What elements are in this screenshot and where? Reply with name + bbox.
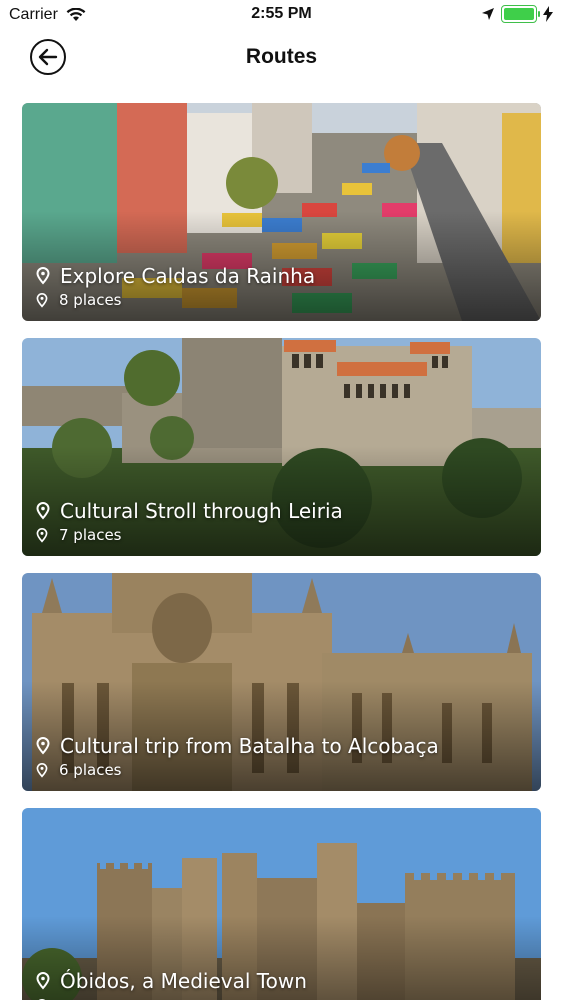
status-right (481, 5, 553, 23)
route-list: Explore Caldas da Rainha 8 places Cultur… (22, 103, 541, 1000)
route-places-count: 6 places (59, 761, 122, 779)
route-title-row: Cultural Stroll through Leiria (36, 499, 343, 523)
charging-bolt-icon (543, 6, 553, 22)
map-pin-icon (36, 502, 50, 520)
route-title-row: Cultural trip from Batalha to Alcobaça (36, 734, 439, 758)
page-title: Routes (245, 45, 318, 68)
route-places-count: 8 places (59, 291, 122, 309)
status-bar: Carrier 2:55 PM (0, 0, 563, 30)
route-card-batalha-alcobaca[interactable]: Cultural trip from Batalha to Alcobaça 6… (22, 573, 541, 791)
route-title: Óbidos, a Medieval Town (60, 969, 307, 993)
route-title: Explore Caldas da Rainha (60, 264, 316, 288)
route-card-caldas-da-rainha[interactable]: Explore Caldas da Rainha 8 places (22, 103, 541, 321)
route-places-count: 7 places (59, 526, 122, 544)
battery-fill (504, 8, 534, 20)
battery-icon (501, 5, 540, 23)
route-title: Cultural Stroll through Leiria (60, 499, 343, 523)
route-count-row: 7 places (36, 526, 121, 544)
map-pin-icon (36, 292, 48, 308)
map-pin-icon (36, 267, 50, 285)
route-title-row: Explore Caldas da Rainha (36, 264, 315, 288)
route-card-leiria[interactable]: Cultural Stroll through Leiria 7 places (22, 338, 541, 556)
map-pin-icon (36, 737, 50, 755)
route-count-row: 6 places (36, 761, 121, 779)
map-pin-icon (36, 972, 50, 990)
map-pin-icon (36, 762, 48, 778)
route-card-obidos[interactable]: Óbidos, a Medieval Town (22, 808, 541, 1000)
location-arrow-icon (482, 8, 494, 20)
status-time: 2:55 PM (251, 5, 312, 22)
route-count-row: 8 places (36, 291, 121, 309)
navigation-bar: Routes (0, 36, 563, 80)
route-title-row: Óbidos, a Medieval Town (36, 969, 307, 993)
route-title: Cultural trip from Batalha to Alcobaça (60, 734, 439, 758)
map-pin-icon (36, 527, 48, 543)
